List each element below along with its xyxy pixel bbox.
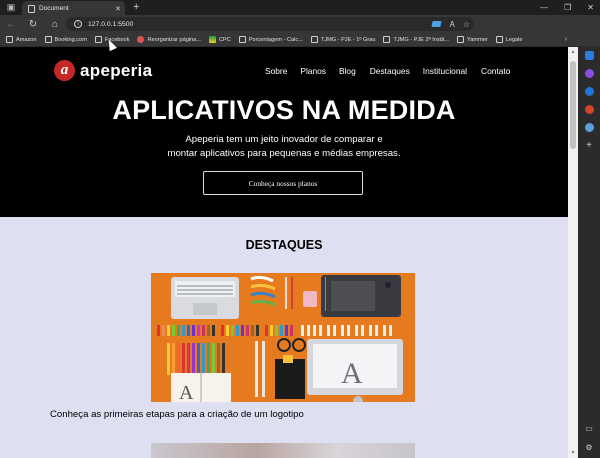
chevron-right-icon[interactable]: › <box>565 36 567 43</box>
bookmark-item[interactable]: CPC <box>208 36 231 43</box>
bookmark-item[interactable]: Booking.com <box>44 36 87 43</box>
bookmark-item[interactable]: Amazon <box>6 36 37 43</box>
maximize-icon[interactable]: ❐ <box>564 3 571 12</box>
nav-planos[interactable]: Planos <box>300 66 326 76</box>
red-circle-icon <box>137 36 145 43</box>
edge-sidebar: + ▭ ⚙ <box>578 47 600 458</box>
sidebar-toggle-icon[interactable]: ▭ <box>585 424 593 433</box>
url-text[interactable]: 127.0.0.1:5500 <box>88 21 133 28</box>
outlook-icon[interactable] <box>584 123 594 132</box>
sidebar-bottom: ▭ ⚙ <box>585 424 593 452</box>
tab-title: Document <box>39 5 69 12</box>
hero-tagline-line2: montar aplicativos para pequenas e média… <box>167 148 401 159</box>
plans-cta-button[interactable]: Conheça nossos planos <box>203 171 363 195</box>
bookmark-label: Reorganizar página... <box>147 36 201 43</box>
nav-institucional[interactable]: Institucional <box>423 66 467 76</box>
page-scrollbar[interactable]: ▲ ▼ <box>568 47 578 458</box>
featured-caption[interactable]: Conheça as primeiras etapas para a criaç… <box>50 409 304 420</box>
settings-gear-icon[interactable]: ⚙ <box>585 443 592 452</box>
doc-icon <box>44 36 52 43</box>
main-nav: Sobre Planos Blog Destaques Instituciona… <box>265 66 510 76</box>
address-bar-actions: A ☆ <box>431 18 470 30</box>
bookmarks-bar: Amazon Booking.com Facebook Reorganizar … <box>0 33 600 47</box>
scroll-down-icon[interactable]: ▼ <box>570 450 576 456</box>
bing-icon[interactable] <box>584 51 594 60</box>
section-title: DESTAQUES <box>245 238 323 252</box>
bookmark-label: Yammer <box>467 36 488 43</box>
add-icon[interactable]: + <box>586 141 592 151</box>
bookmark-label: Porcentagem - Calc... <box>248 36 303 43</box>
read-aloud-icon[interactable]: A <box>449 20 454 29</box>
logo-text: apeperia <box>80 60 153 80</box>
hero-tagline-line1: Apeperia tem um jeito inovador de compar… <box>185 134 383 145</box>
nav-sobre[interactable]: Sobre <box>265 66 287 76</box>
window-controls: — ❐ ✕ <box>540 0 594 15</box>
refresh-icon[interactable]: ↻ <box>22 15 44 33</box>
svg-text:A: A <box>341 357 363 390</box>
site-logo[interactable]: a apeperia <box>54 60 152 81</box>
flag-icon <box>208 36 216 43</box>
close-window-icon[interactable]: ✕ <box>587 3 594 12</box>
bookmark-item[interactable]: Yammer <box>457 36 488 43</box>
office-icon[interactable] <box>584 105 594 114</box>
back-icon[interactable]: ← <box>0 15 22 33</box>
bookmark-item[interactable]: TJMG - PJE - 1º Grau <box>310 36 376 43</box>
scroll-up-icon[interactable]: ▲ <box>570 49 576 55</box>
tag-icon[interactable] <box>431 21 443 27</box>
tab-document[interactable]: Document ✕ <box>22 1 125 16</box>
bookmark-label: TJMG - PJE 2ª Instâ... <box>393 36 449 43</box>
doc-icon <box>94 36 102 43</box>
doc-icon <box>310 36 318 43</box>
page-viewport: a apeperia Sobre Planos Blog Destaques I… <box>0 47 568 458</box>
shopping-icon[interactable] <box>584 69 594 78</box>
minimize-icon[interactable]: — <box>540 3 548 12</box>
bookmark-label: Legale <box>505 36 523 43</box>
bookmark-item[interactable]: Porcentagem - Calc... <box>238 36 303 43</box>
tools-icon[interactable] <box>584 87 594 96</box>
bookmark-label: TJMG - PJE - 1º Grau <box>320 36 376 43</box>
scrollbar-thumb[interactable] <box>570 61 576 149</box>
close-tab-icon[interactable]: ✕ <box>115 5 121 13</box>
doc-icon <box>6 36 13 43</box>
bookmark-item[interactable]: Legale <box>495 36 523 43</box>
hero-title: APLICATIVOS NA MEDIDA <box>112 95 456 125</box>
new-tab-icon[interactable]: + <box>133 2 139 13</box>
home-icon[interactable]: ⌂ <box>44 15 66 33</box>
tab-actions-icon[interactable]: ▣ <box>0 0 22 15</box>
bookmark-item[interactable]: TJMG - PJE 2ª Instâ... <box>383 36 449 43</box>
doc-icon <box>457 36 464 43</box>
next-featured-image[interactable] <box>151 443 415 458</box>
favorite-star-icon[interactable]: ☆ <box>463 20 470 29</box>
site-info-icon[interactable]: i <box>74 20 82 28</box>
nav-destaques[interactable]: Destaques <box>370 66 410 76</box>
doc-icon <box>383 36 391 43</box>
doc-icon <box>238 36 246 43</box>
featured-image[interactable]: A A <box>151 273 415 402</box>
bookmark-label: CPC <box>218 36 231 43</box>
tab-strip: ▣ Document ✕ + — ❐ ✕ <box>0 0 600 16</box>
page-icon <box>28 4 35 13</box>
bookmark-label: Amazon <box>16 36 37 43</box>
address-toolbar: ← ↻ ⌂ i 127.0.0.1:5500 A ☆ ▯ ☆ ⧉ ⋯ <box>0 15 600 44</box>
logo-mark-icon: a <box>54 60 75 81</box>
nav-blog[interactable]: Blog <box>339 66 356 76</box>
hero-section: a apeperia Sobre Planos Blog Destaques I… <box>0 47 568 217</box>
nav-contato[interactable]: Contato <box>481 66 510 76</box>
bookmark-label: Booking.com <box>54 36 87 43</box>
design-tools-illustration: A A <box>151 273 415 402</box>
address-bar[interactable]: i 127.0.0.1:5500 A ☆ <box>66 17 474 31</box>
doc-icon <box>495 36 503 43</box>
svg-text:A: A <box>179 382 194 402</box>
bookmark-item[interactable]: Reorganizar página... <box>137 36 201 43</box>
